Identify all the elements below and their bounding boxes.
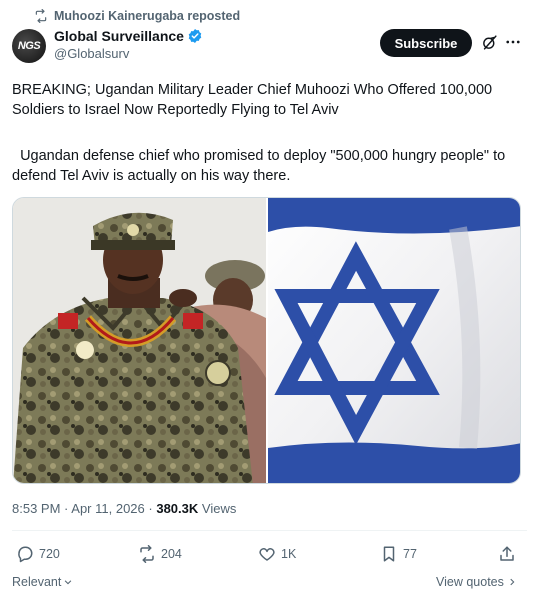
more-icon[interactable] [504,33,522,51]
avatar[interactable]: NGS [12,29,46,63]
action-bar: 720 204 1K 77 [0,540,539,570]
reply-count: 720 [39,547,60,561]
author-block[interactable]: Global Surveillance @Globalsurv [54,28,203,61]
tweet-text: BREAKING; Ugandan Military Leader Chief … [12,82,493,118]
heart-icon [259,548,275,561]
chevron-right-icon [510,578,515,586]
tweet-meta: 8:53 PM · Apr 11, 2026 · 380.3K Views [12,501,237,516]
bookmark-count: 77 [403,547,417,561]
israel-flag-photo[interactable] [268,198,520,483]
repost-button[interactable]: 204 [138,545,182,563]
author-handle[interactable]: @Globalsurv [54,46,203,61]
tweet-date[interactable]: Apr 11, 2026 [71,501,144,516]
views-count: 380.3K [156,501,199,516]
view-quotes-label: View quotes [436,575,504,589]
bookmark-icon [383,546,395,562]
display-name[interactable]: Global Surveillance [54,28,184,44]
divider [12,530,527,531]
views-label: Views [201,501,237,516]
repost-icon [140,545,154,563]
repost-text: Muhoozi Kainerugaba reposted [54,9,241,23]
share-icon [500,546,514,561]
military-officer-photo[interactable] [13,198,266,483]
reply-button[interactable]: 720 [16,545,60,563]
sort-dropdown[interactable]: Relevant [12,575,73,589]
view-quotes-link[interactable]: View quotes [436,575,517,589]
repost-icon [35,9,47,23]
tweet-time[interactable]: 8:53 PM [12,501,60,516]
grok-icon[interactable] [481,34,498,51]
sort-label: Relevant [12,575,62,589]
like-count: 1K [281,547,297,561]
verified-badge-icon[interactable] [187,28,203,44]
avatar-logo-text: NGS [17,40,41,52]
reply-icon [18,546,33,563]
share-button[interactable] [498,545,516,563]
media-grid[interactable] [12,197,521,484]
repost-indicator[interactable]: Muhoozi Kainerugaba reposted [34,9,240,23]
subscribe-button[interactable]: Subscribe [380,29,472,57]
like-button[interactable]: 1K [258,545,296,563]
tweet-text-paragraph-2: Ugandan defense chief who promised to de… [12,148,510,184]
repost-count: 204 [161,547,182,561]
bookmark-button[interactable]: 77 [380,545,417,563]
chevron-down-icon [65,580,72,585]
